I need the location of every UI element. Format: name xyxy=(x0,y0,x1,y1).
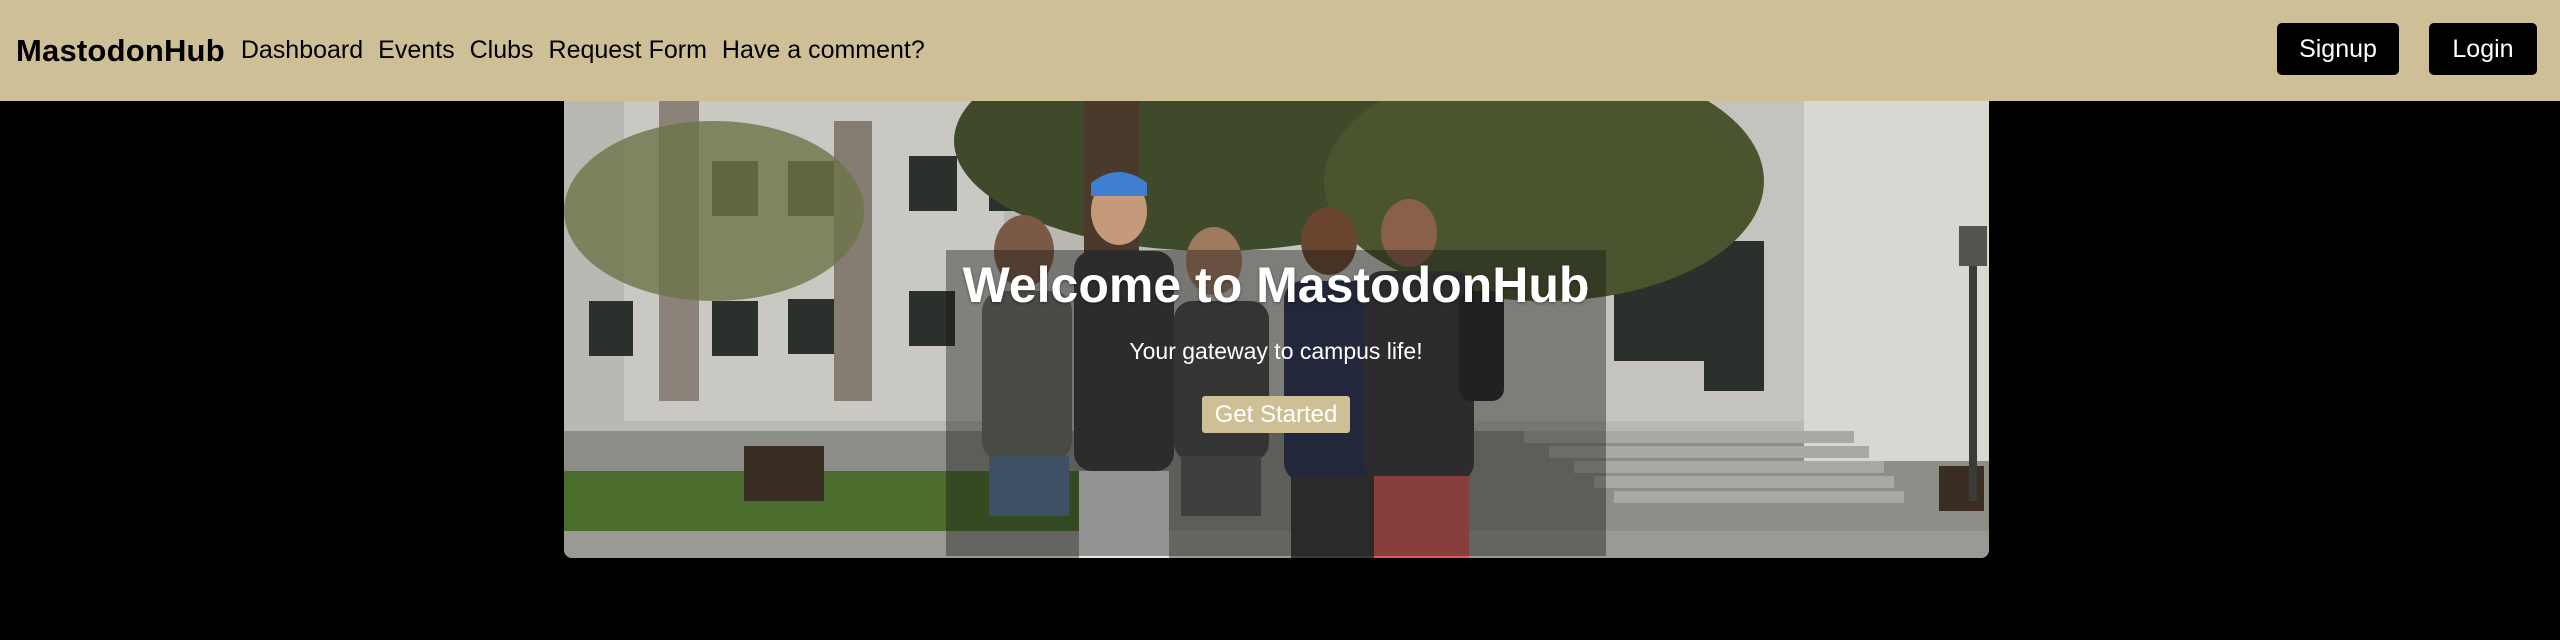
login-button[interactable]: Login xyxy=(2429,23,2537,75)
nav-link-dashboard[interactable]: Dashboard xyxy=(241,36,363,65)
top-navbar: MastodonHub Dashboard Events Clubs Reque… xyxy=(0,0,2560,101)
hero-subtitle: Your gateway to campus life! xyxy=(1129,337,1423,364)
signup-button[interactable]: Signup xyxy=(2277,23,2399,75)
nav-link-events[interactable]: Events xyxy=(378,36,454,65)
hero-overlay: Welcome to MastodonHub Your gateway to c… xyxy=(946,250,1606,556)
nav-links: Dashboard Events Clubs Request Form Have… xyxy=(241,36,940,65)
get-started-button[interactable]: Get Started xyxy=(1202,396,1350,433)
nav-link-comment[interactable]: Have a comment? xyxy=(722,36,925,65)
brand-logo[interactable]: MastodonHub xyxy=(16,33,225,69)
hero-title: Welcome to MastodonHub xyxy=(962,257,1590,313)
nav-link-clubs[interactable]: Clubs xyxy=(470,36,534,65)
nav-link-request-form[interactable]: Request Form xyxy=(549,36,707,65)
hero-banner: Welcome to MastodonHub Your gateway to c… xyxy=(564,101,1989,558)
